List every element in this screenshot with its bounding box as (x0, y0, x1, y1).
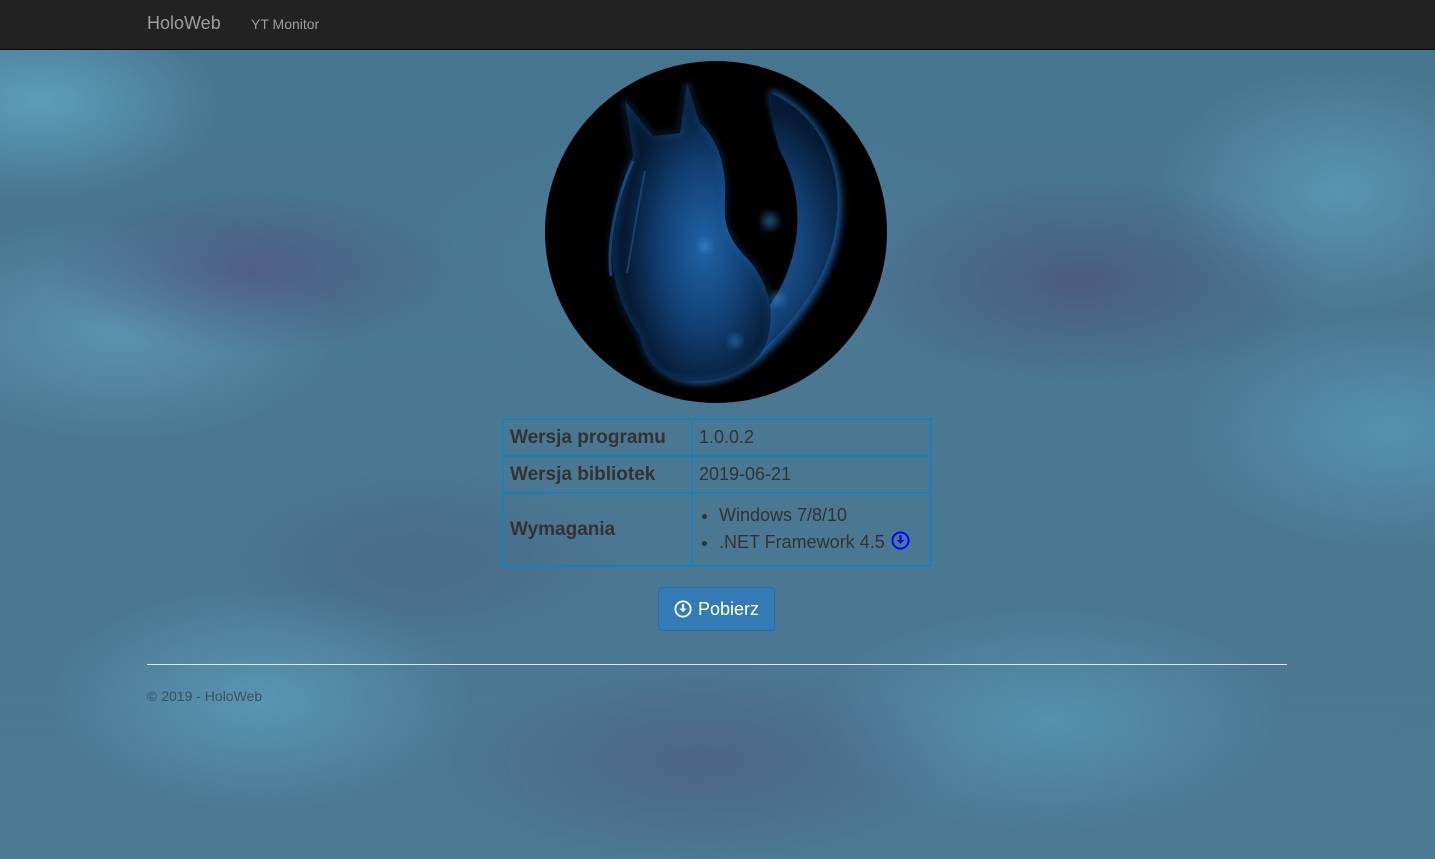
download-circle-icon[interactable] (891, 530, 910, 558)
list-item: Windows 7/8/10 (719, 502, 924, 529)
table-row: Wersja bibliotek 2019-06-21 (502, 455, 932, 494)
requirement-windows: Windows 7/8/10 (719, 504, 848, 525)
libs-label: Wersja bibliotek (502, 455, 693, 494)
holo-wolf-logo (545, 61, 887, 403)
list-item: .NET Framework 4.5 (719, 529, 924, 558)
top-navbar: HoloWeb YT Monitor (0, 0, 1435, 50)
requirements-list: Windows 7/8/10 .NET Framework 4.5 (699, 502, 924, 558)
download-button-label: Pobierz (697, 598, 760, 619)
requirement-dotnet: .NET Framework 4.5 (719, 531, 885, 552)
program-info-table: Wersja programu 1.0.0.2 Wersja bibliotek… (502, 418, 932, 567)
footer-copyright: © 2019 - HoloWeb (147, 688, 263, 704)
download-circle-icon (674, 600, 692, 618)
brand-link[interactable]: HoloWeb (147, 13, 221, 34)
download-button[interactable]: Pobierz (658, 587, 775, 631)
table-row: Wersja programu 1.0.0.2 (502, 418, 932, 457)
requirements-cell: Windows 7/8/10 .NET Framework 4.5 (691, 492, 932, 567)
table-row: Wymagania Windows 7/8/10 .NET Framework … (502, 492, 932, 567)
version-value: 1.0.0.2 (691, 418, 932, 457)
footer-divider (147, 664, 1287, 665)
version-label: Wersja programu (502, 418, 693, 457)
requirements-label: Wymagania (502, 492, 693, 567)
libs-value: 2019-06-21 (691, 455, 932, 494)
nav-link-yt-monitor[interactable]: YT Monitor (251, 16, 319, 32)
